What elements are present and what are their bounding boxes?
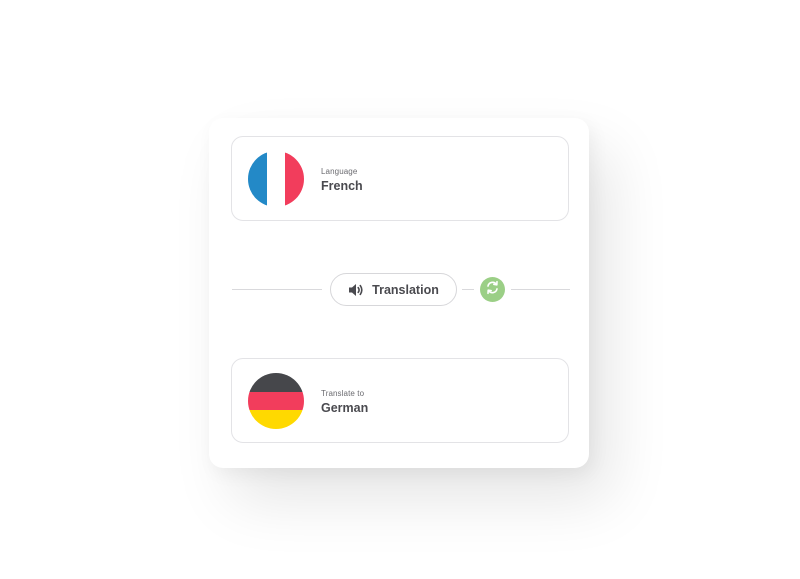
source-language-value: French	[321, 179, 363, 193]
target-language-text: Translate to German	[321, 389, 368, 415]
translation-button-label: Translation	[372, 282, 439, 297]
source-language-card[interactable]: Language French	[231, 136, 569, 221]
source-language-text: Language French	[321, 167, 363, 193]
source-language-caption: Language	[321, 167, 358, 176]
france-flag-icon	[248, 151, 304, 207]
translation-button[interactable]: Translation	[330, 273, 457, 306]
swap-languages-button[interactable]	[480, 277, 505, 302]
target-language-card[interactable]: Translate to German	[231, 358, 569, 443]
target-language-value: German	[321, 401, 369, 415]
speaker-icon	[348, 283, 364, 297]
divider-middle	[462, 289, 474, 290]
translator-widget: Language French Translation Translate to…	[0, 0, 800, 579]
germany-flag-icon	[248, 373, 304, 429]
divider-right	[511, 289, 570, 290]
swap-arrows-icon	[485, 280, 500, 300]
target-language-caption: Translate to	[321, 389, 365, 398]
divider-left	[232, 289, 322, 290]
